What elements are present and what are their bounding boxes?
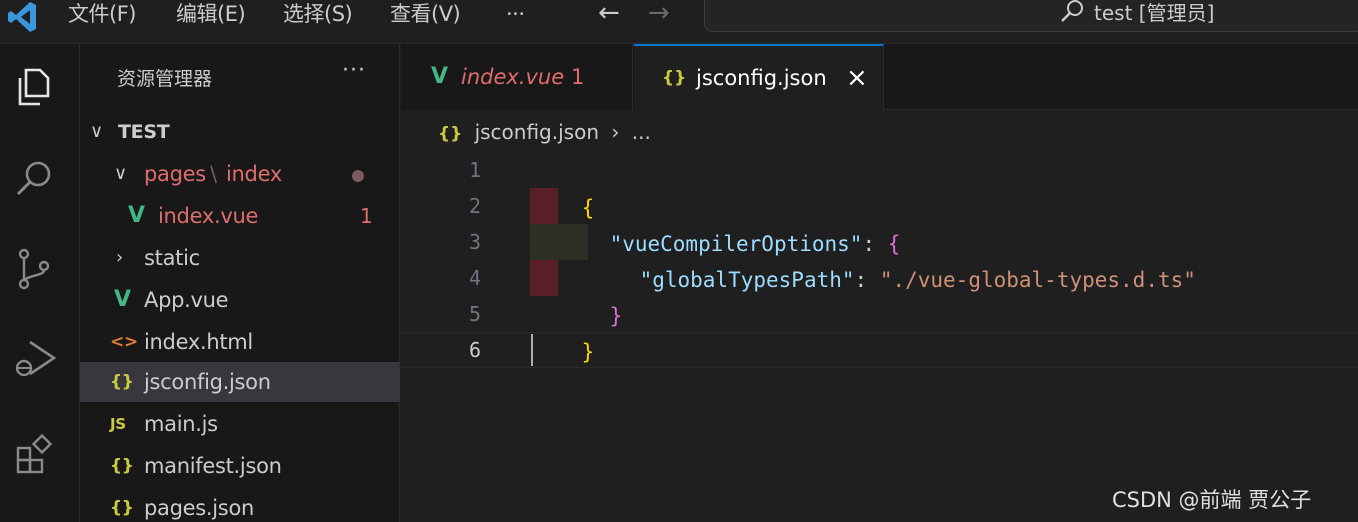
file-label: index.vue bbox=[158, 204, 259, 228]
folder-index-label: index bbox=[226, 162, 282, 186]
back-arrow-icon[interactable]: ← bbox=[598, 0, 620, 28]
search-label: test [管理员] bbox=[1094, 1, 1215, 25]
indent-guide-error bbox=[530, 260, 558, 296]
brace-close: } bbox=[609, 304, 623, 328]
chevron-down-icon: ∨ bbox=[114, 163, 127, 184]
search-view-icon[interactable] bbox=[12, 156, 58, 202]
root-folder-label: TEST bbox=[118, 121, 170, 143]
folder-pages-label: pages bbox=[144, 162, 206, 186]
tree-file-pages-json[interactable]: {} pages.json bbox=[80, 488, 400, 522]
tree-file-app-vue[interactable]: V App.vue bbox=[80, 280, 400, 320]
line-number: 3 bbox=[468, 230, 481, 254]
json-colon: : bbox=[854, 268, 880, 292]
tree-file-jsconfig[interactable]: {} jsconfig.json bbox=[80, 362, 400, 402]
folder-separator: \ bbox=[210, 162, 217, 186]
tab-index-vue[interactable]: V index.vue 1 bbox=[401, 44, 633, 110]
close-icon[interactable]: × bbox=[846, 46, 868, 110]
menu-file[interactable]: 文件(F) bbox=[68, 0, 136, 30]
line-number: 1 bbox=[468, 158, 481, 182]
tab-label: index.vue bbox=[461, 65, 565, 89]
line-number: 5 bbox=[468, 302, 481, 326]
run-debug-icon[interactable] bbox=[12, 336, 58, 382]
tab-error-count: 1 bbox=[571, 65, 585, 89]
title-bar: 文件(F) 编辑(E) 选择(S) 查看(V) ··· ← → test [管理… bbox=[0, 0, 1358, 44]
json-file-icon: {} bbox=[110, 498, 134, 518]
line-number: 6 bbox=[468, 338, 481, 362]
brace-close: } bbox=[581, 340, 595, 364]
vue-file-icon: V bbox=[128, 203, 145, 228]
vue-file-icon: V bbox=[431, 64, 449, 89]
code-line-3: "globalTypesPath": "./vue-global-types.d… bbox=[589, 226, 1196, 292]
json-string-value: "./vue-global-types.d.ts" bbox=[879, 268, 1196, 292]
file-label: manifest.json bbox=[144, 454, 282, 478]
html-file-icon: <> bbox=[110, 332, 138, 352]
forward-arrow-icon[interactable]: → bbox=[648, 0, 670, 28]
modified-dot-icon bbox=[352, 170, 364, 182]
code-line-1: { bbox=[531, 154, 595, 220]
breadcrumb: {} jsconfig.json › ... bbox=[438, 116, 651, 148]
breadcrumb-file[interactable]: jsconfig.json bbox=[475, 120, 599, 144]
file-label: jsconfig.json bbox=[144, 370, 271, 394]
json-file-icon: {} bbox=[110, 456, 134, 476]
file-label: pages.json bbox=[144, 496, 254, 520]
code-line-5: } bbox=[531, 298, 595, 364]
breadcrumb-more[interactable]: ... bbox=[632, 120, 651, 144]
text-cursor bbox=[531, 334, 533, 366]
explorer-more-button[interactable]: ··· bbox=[342, 58, 366, 83]
tree-root-test[interactable]: ∨ TEST bbox=[80, 112, 400, 152]
tree-file-manifest[interactable]: {} manifest.json bbox=[80, 446, 400, 486]
code-line-4: } bbox=[559, 262, 623, 328]
vscode-logo-icon bbox=[8, 2, 36, 32]
tree-file-index-vue[interactable]: V index.vue 1 bbox=[80, 196, 400, 236]
explorer-files-icon[interactable] bbox=[12, 64, 58, 110]
error-count-badge: 1 bbox=[360, 204, 373, 228]
menu-edit[interactable]: 编辑(E) bbox=[176, 0, 246, 30]
tab-jsconfig[interactable]: {} jsconfig.json × bbox=[634, 44, 884, 111]
breadcrumb-separator: › bbox=[611, 120, 620, 144]
explorer-sidebar: 资源管理器 ··· ∨ TEST ∨ pages \ index V index… bbox=[80, 44, 400, 522]
tree-file-main-js[interactable]: JS main.js bbox=[80, 404, 400, 444]
editor-tab-bar: V index.vue 1 {} jsconfig.json × bbox=[401, 44, 1358, 111]
watermark: CSDN @前端 贾公子 bbox=[1112, 488, 1312, 512]
js-file-icon: JS bbox=[110, 415, 126, 433]
line-number: 2 bbox=[468, 194, 481, 218]
activity-bar bbox=[0, 44, 80, 522]
chevron-right-icon: › bbox=[116, 247, 123, 268]
json-file-icon: {} bbox=[438, 124, 463, 144]
menu-selection[interactable]: 选择(S) bbox=[283, 0, 353, 30]
file-label: index.html bbox=[144, 330, 253, 354]
source-control-icon[interactable] bbox=[12, 246, 58, 292]
json-file-icon: {} bbox=[110, 372, 134, 392]
tree-folder-pages-index[interactable]: ∨ pages \ index bbox=[80, 154, 400, 194]
code-line-2: "vueCompilerOptions": { bbox=[559, 190, 901, 256]
json-file-icon: {} bbox=[662, 68, 687, 88]
file-label: main.js bbox=[144, 412, 218, 436]
tree-folder-static[interactable]: › static bbox=[80, 238, 400, 278]
code-editor[interactable]: 1 2 3 4 5 6 { "vueCompilerOptions": { "g… bbox=[401, 150, 1358, 522]
explorer-title: 资源管理器 bbox=[117, 68, 213, 90]
tab-label: jsconfig.json bbox=[696, 66, 827, 90]
tree-file-index-html[interactable]: <> index.html bbox=[80, 322, 400, 362]
extensions-icon[interactable] bbox=[12, 430, 58, 476]
menu-more[interactable]: ··· bbox=[506, 0, 525, 30]
file-label: App.vue bbox=[144, 288, 229, 312]
line-number: 4 bbox=[468, 266, 481, 290]
vue-file-icon: V bbox=[114, 287, 131, 312]
json-key: "globalTypesPath" bbox=[639, 268, 855, 292]
chevron-down-icon: ∨ bbox=[90, 121, 103, 142]
search-icon bbox=[1061, 0, 1083, 22]
folder-label: static bbox=[144, 246, 200, 270]
menu-view[interactable]: 查看(V) bbox=[390, 0, 461, 30]
command-center-search[interactable] bbox=[704, 0, 1358, 32]
